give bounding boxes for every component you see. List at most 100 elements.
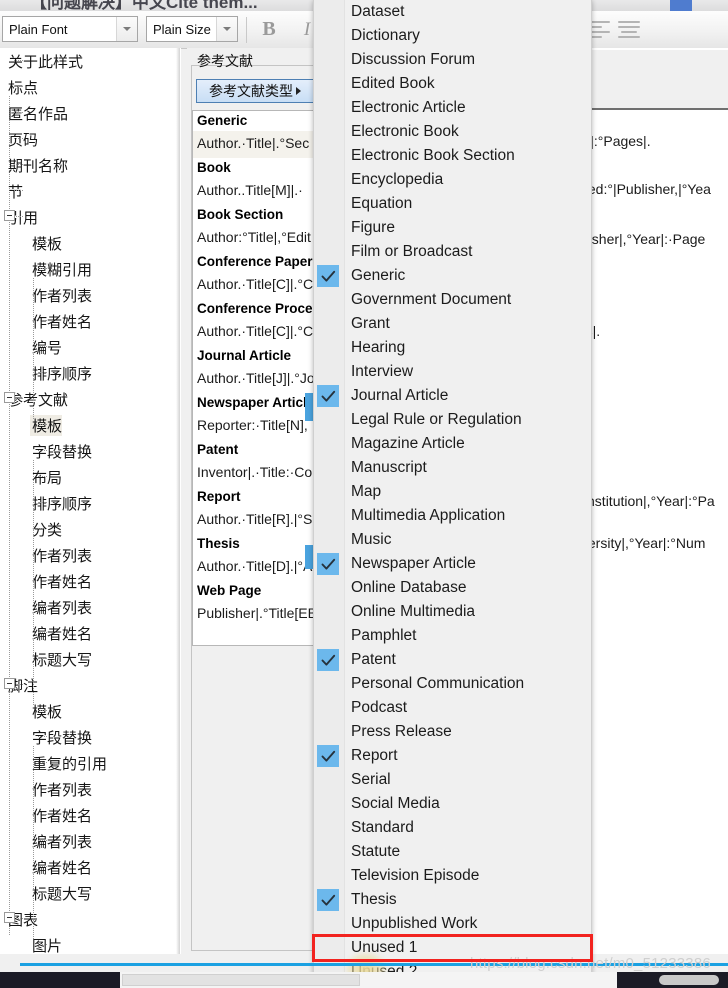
menu-item[interactable]: Unused 1 [312, 934, 593, 962]
menu-item[interactable]: Equation [314, 192, 591, 216]
menu-item[interactable]: Dictionary [314, 24, 591, 48]
tree-item[interactable]: 图表 [0, 906, 180, 932]
menu-item[interactable]: Online Database [314, 576, 591, 600]
reference-template-list[interactable]: Generic Author.·Title|.°Sec Book Author..Ti… [192, 110, 322, 646]
menu-item[interactable]: Newspaper Article [314, 552, 591, 576]
reference-type-button[interactable]: 参考文献类型 [196, 79, 314, 103]
menu-item[interactable]: Multimedia Application [314, 504, 591, 528]
menu-item[interactable]: Government Document [314, 288, 591, 312]
reference-row[interactable]: Conference Procee Author.·Title[C]|.°C [193, 299, 322, 346]
tree-item[interactable]: 排序顺序 [0, 490, 180, 516]
tree-item[interactable]: 模板 [0, 698, 180, 724]
menu-item-list[interactable]: Dataset Dictionary Discussion Forum Edited … [312, 0, 593, 984]
menu-item[interactable]: Electronic Article [314, 96, 591, 120]
menu-item[interactable]: Podcast [314, 696, 591, 720]
reference-row[interactable]: Generic Author.·Title|.°Sec [193, 111, 322, 158]
menu-item[interactable]: Pamphlet [314, 624, 591, 648]
tree-item[interactable]: 编者姓名 [0, 620, 180, 646]
tree-item[interactable]: 引用 [0, 204, 180, 230]
tree-item[interactable]: 节 [0, 178, 180, 204]
size-combo[interactable]: Plain Size [146, 16, 238, 42]
reference-row[interactable]: Patent Inventor|.·Title:·Co [193, 440, 322, 487]
menu-item[interactable]: Manuscript [314, 456, 591, 480]
style-tree-panel[interactable]: 关于此样式 标点 匿名作品 页码 期刊名称节引用 模板 模糊引用 作者列表 作者姓名 编号 排序顺序… [0, 48, 181, 954]
list-scrollbar-thumb[interactable] [305, 393, 313, 421]
menu-item[interactable]: Electronic Book Section [314, 144, 591, 168]
tree-item[interactable]: 作者列表 [0, 542, 180, 568]
menu-item[interactable]: Statute [314, 840, 591, 864]
horizontal-scrollbar-track[interactable] [122, 974, 360, 986]
menu-item[interactable]: Map [314, 480, 591, 504]
menu-item[interactable]: Journal Article [314, 384, 591, 408]
menu-item[interactable]: Standard [314, 816, 591, 840]
font-combo[interactable]: Plain Font [2, 16, 138, 42]
menu-item[interactable]: Film or Broadcast [314, 240, 591, 264]
reference-row[interactable]: Journal Article Author.·Title[J]|.°Jo [193, 346, 322, 393]
tree-item[interactable]: 模糊引用 [0, 256, 180, 282]
reference-row[interactable]: Book Author..Title[M]|.· [193, 158, 322, 205]
menu-item[interactable]: Unpublished Work [314, 912, 591, 936]
bold-button[interactable]: B [254, 15, 284, 44]
tree-item[interactable]: 作者姓名 [0, 802, 180, 828]
tree-item[interactable]: 排序顺序 [0, 360, 180, 386]
menu-item[interactable]: Hearing [314, 336, 591, 360]
reference-row[interactable]: Conference Paper Author.·Title[C]|.°C [193, 252, 322, 299]
tree-item[interactable]: 字段替换 [0, 438, 180, 464]
menu-item[interactable]: Television Episode [314, 864, 591, 888]
tree-item[interactable]: 脚注 [0, 672, 180, 698]
list-scrollbar-thumb[interactable] [305, 545, 313, 569]
tree-item[interactable]: 图片 [0, 932, 180, 955]
tree-item[interactable]: 标点 [0, 74, 180, 100]
menu-item[interactable]: Figure [314, 216, 591, 240]
menu-item[interactable]: Dataset [314, 0, 591, 24]
tree-item[interactable]: 分类 [0, 516, 180, 542]
style-tree[interactable]: 关于此样式 标点 匿名作品 页码 期刊名称节引用 模板 模糊引用 作者列表 作者姓名 编号 排序顺序… [0, 48, 180, 954]
tree-item[interactable]: 页码 [0, 126, 180, 152]
tree-item[interactable]: 期刊名称 [0, 152, 180, 178]
tree-item[interactable]: 编号 [0, 334, 180, 360]
reference-row[interactable]: Thesis Author.·Title[D].|°A [193, 534, 322, 581]
tree-item[interactable]: 作者姓名 [0, 308, 180, 334]
tree-item[interactable]: 编者姓名 [0, 854, 180, 880]
tree-item[interactable]: 作者姓名 [0, 568, 180, 594]
menu-item[interactable]: Generic [314, 264, 591, 288]
menu-item[interactable]: Electronic Book [314, 120, 591, 144]
menu-item[interactable]: Interview [314, 360, 591, 384]
align-center-icon[interactable] [616, 21, 642, 39]
menu-item[interactable]: Social Media [314, 792, 591, 816]
menu-item[interactable]: Music [314, 528, 591, 552]
chevron-down-icon[interactable] [216, 17, 237, 41]
tree-item[interactable]: 布局 [0, 464, 180, 490]
menu-item[interactable]: Discussion Forum [314, 48, 591, 72]
tree-item[interactable]: 关于此样式 [0, 48, 180, 74]
reference-row[interactable]: Web Page Publisher|.°Title[EB [193, 581, 322, 628]
menu-item[interactable]: Magazine Article [314, 432, 591, 456]
tree-item[interactable]: 作者列表 [0, 776, 180, 802]
menu-item[interactable]: Edited Book [314, 72, 591, 96]
menu-item[interactable]: Grant [314, 312, 591, 336]
menu-item[interactable]: Patent [314, 648, 591, 672]
tree-item[interactable]: 标题大写 [0, 880, 180, 906]
reference-type-menu[interactable]: Dataset Dictionary Discussion Forum Edited … [312, 0, 593, 988]
menu-item[interactable]: Press Release [314, 720, 591, 744]
menu-item[interactable]: Report [314, 744, 591, 768]
tree-item[interactable]: 字段替换 [0, 724, 180, 750]
menu-item[interactable]: Serial [314, 768, 591, 792]
tree-item[interactable]: 模板 [0, 230, 180, 256]
menu-item[interactable]: Legal Rule or Regulation [314, 408, 591, 432]
tree-item[interactable]: 匿名作品 [0, 100, 180, 126]
tree-item[interactable]: 标题大写 [0, 646, 180, 672]
tree-item[interactable]: 参考文献 [0, 386, 180, 412]
horizontal-scrollbar-thumb[interactable] [659, 975, 719, 985]
tree-item[interactable]: 模板 [0, 412, 180, 438]
chevron-down-icon[interactable] [116, 17, 137, 41]
tree-item[interactable]: 编者列表 [0, 594, 180, 620]
menu-item[interactable]: Encyclopedia [314, 168, 591, 192]
tree-item[interactable]: 重复的引用 [0, 750, 180, 776]
reference-row[interactable]: Report Author.·Title[R].|°S [193, 487, 322, 534]
menu-item[interactable]: Personal Communication [314, 672, 591, 696]
reference-row[interactable]: Book Section Author:°Title|,°Edit [193, 205, 322, 252]
menu-item[interactable]: Online Multimedia [314, 600, 591, 624]
tree-item[interactable]: 编者列表 [0, 828, 180, 854]
reference-row[interactable]: Newspaper Article Reporter:·Title[N], [193, 393, 322, 440]
